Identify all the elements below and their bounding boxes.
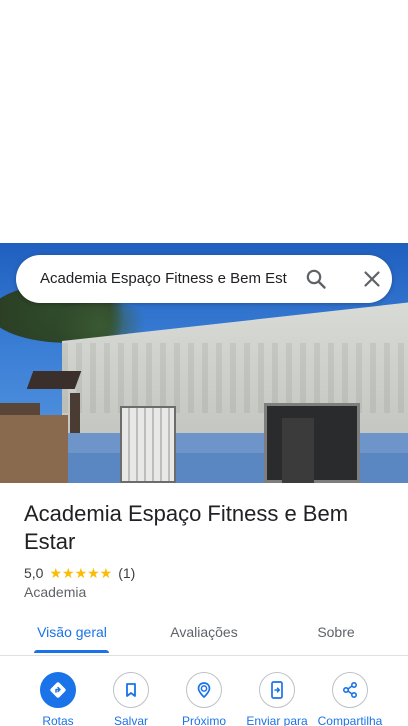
- send-to-phone-button[interactable]: Enviar para: [237, 670, 317, 726]
- place-tabs: Visão geral Avaliações Sobre: [0, 612, 408, 656]
- tab-reviews[interactable]: Avaliações: [158, 612, 250, 654]
- directions-label: Rotas: [42, 714, 74, 726]
- tab-about[interactable]: Sobre: [300, 612, 372, 654]
- tab-overview[interactable]: Visão geral: [26, 612, 118, 654]
- save-button[interactable]: Salvar: [91, 670, 171, 726]
- active-tab-indicator: [34, 650, 109, 653]
- neighbor-wall: [0, 415, 68, 483]
- share-label: Compartilha: [317, 714, 383, 726]
- save-label: Salvar: [113, 714, 148, 726]
- review-count[interactable]: (1): [118, 565, 135, 581]
- share-button[interactable]: Compartilha: [310, 670, 390, 726]
- place-title: Academia Espaço Fitness e Bem Estar: [24, 501, 349, 554]
- neighbor-roof: [26, 371, 82, 389]
- close-icon[interactable]: [360, 267, 384, 291]
- directions-icon: [40, 672, 76, 708]
- search-input[interactable]: Academia Espaço Fitness e Bem Est: [40, 255, 306, 303]
- nearby-label: Próximo: [181, 714, 226, 726]
- action-bar: Rotas Salvar Próximo Enviar para Compart…: [0, 670, 408, 726]
- nearby-icon: [186, 672, 222, 708]
- send-to-phone-label: Enviar para: [246, 714, 308, 726]
- map-blank-area: [0, 0, 408, 243]
- share-icon: [332, 672, 368, 708]
- directions-button[interactable]: Rotas: [18, 670, 98, 726]
- rating-row[interactable]: 5,0 ★★★★★ (1): [24, 563, 135, 583]
- bookmark-icon: [113, 672, 149, 708]
- door-interior: [282, 418, 314, 483]
- rating-value: 5,0: [24, 565, 44, 581]
- nearby-button[interactable]: Próximo: [164, 670, 244, 726]
- send-to-phone-icon: [259, 672, 295, 708]
- search-icon[interactable]: [304, 267, 328, 291]
- pole: [70, 393, 80, 433]
- rating-stars-icon: ★★★★★: [49, 564, 113, 581]
- search-bar[interactable]: Academia Espaço Fitness e Bem Est: [16, 255, 392, 303]
- roll-up-door: [120, 406, 176, 483]
- place-category[interactable]: Academia: [24, 584, 86, 600]
